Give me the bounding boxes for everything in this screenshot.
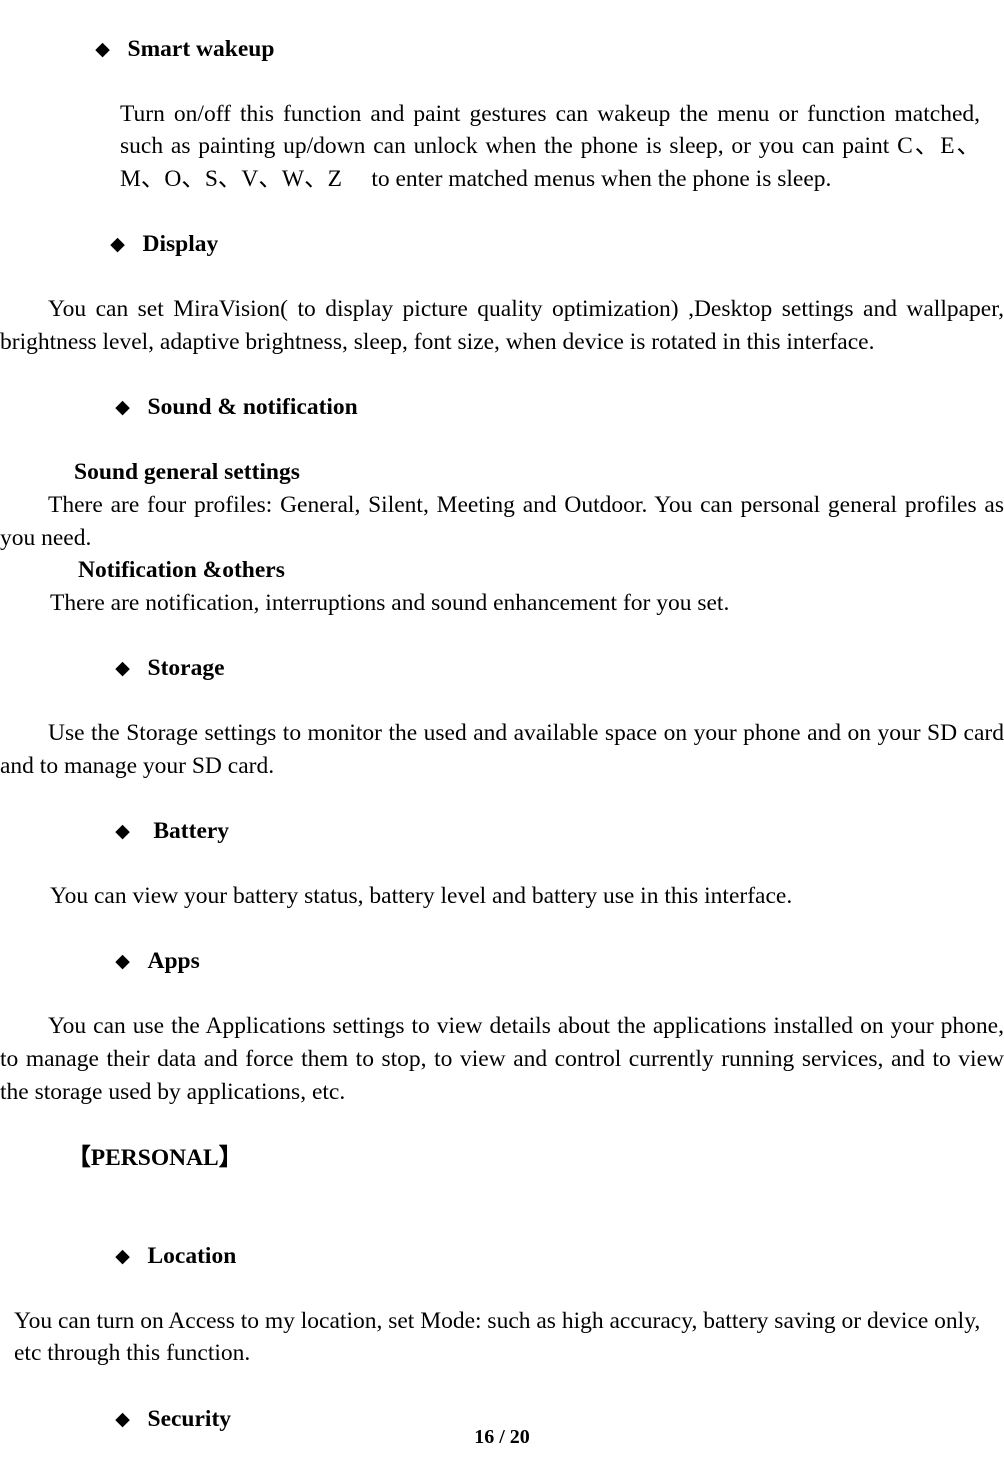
diamond-bullet-icon: ◆ (115, 950, 130, 973)
subheading-sound-general-settings: Sound general settings (74, 459, 300, 486)
heading-label: Display (142, 231, 219, 258)
heading-display: ◆ Display (0, 196, 1004, 294)
diamond-bullet-icon: ◆ (115, 819, 130, 842)
heading-label: Location (147, 1242, 237, 1269)
bracket-open-icon: 【 (67, 1142, 91, 1171)
bracket-close-icon: 】 (218, 1142, 243, 1171)
subheading-notification-others: Notification &others (78, 557, 285, 584)
heading-location: ◆ Location (0, 1207, 1004, 1305)
diamond-bullet-icon: ◆ (115, 396, 130, 419)
heading-apps: ◆ Apps (0, 913, 1004, 1011)
heading-sound-notification: ◆ Sound & notification (0, 359, 1004, 457)
heading-label: Smart wakeup (127, 35, 275, 62)
page-footer: 16 / 20 (0, 1425, 1004, 1449)
body-notification-others: There are notification, interruptions an… (50, 589, 730, 616)
page-number-label: 16 / 20 (474, 1426, 530, 1448)
section-label: PERSONAL (90, 1144, 219, 1171)
manual-page: ◆ Smart wakeup Turn on/off this function… (0, 0, 1004, 1468)
heading-smart-wakeup: ◆ Smart wakeup (0, 0, 1004, 98)
body-smart-wakeup: Turn on/off this function and paint gest… (120, 100, 980, 192)
body-display: You can set MiraVision( to display pictu… (0, 296, 1004, 355)
body-storage: Use the Storage settings to monitor the … (0, 720, 1004, 779)
diamond-bullet-icon: ◆ (115, 1244, 130, 1267)
heading-label: Apps (147, 948, 200, 975)
heading-storage: ◆ Storage (0, 619, 1004, 717)
heading-label: Sound & notification (147, 394, 358, 421)
body-apps: You can use the Applications settings to… (0, 1013, 1004, 1105)
heading-label: Battery (153, 817, 230, 844)
section-heading-personal: 【PERSONAL】 (0, 1108, 1004, 1207)
heading-security: ◆ Security (0, 1370, 1004, 1468)
body-battery: You can view your battery status, batter… (50, 883, 793, 910)
diamond-bullet-icon: ◆ (95, 37, 110, 60)
heading-battery: ◆ Battery (0, 782, 1004, 880)
page-content: ◆ Smart wakeup Turn on/off this function… (0, 0, 1004, 1468)
diamond-bullet-icon: ◆ (115, 656, 130, 679)
body-sound-general-settings: There are four profiles: General, Silent… (0, 491, 1004, 551)
diamond-bullet-icon: ◆ (110, 233, 125, 256)
heading-label: Storage (147, 654, 225, 681)
body-location: You can turn on Access to my location, s… (14, 1307, 981, 1367)
